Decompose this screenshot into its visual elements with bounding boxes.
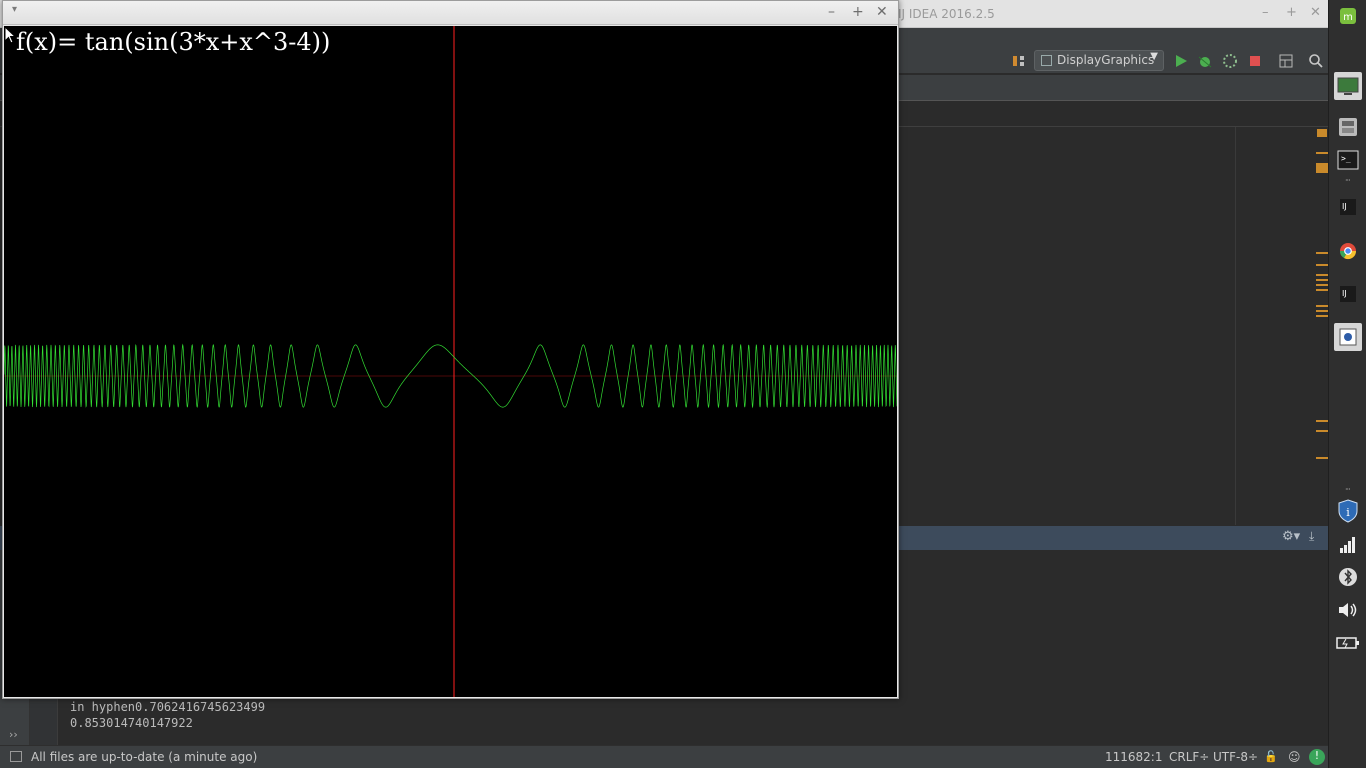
java-app-icon[interactable] — [1334, 323, 1362, 351]
error-stripe-marker[interactable] — [1316, 152, 1328, 154]
error-stripe-marker[interactable] — [1316, 264, 1328, 266]
error-stripe-marker[interactable] — [1316, 252, 1328, 254]
error-stripe-marker[interactable] — [1316, 310, 1328, 312]
editor-scrollbar[interactable] — [1316, 127, 1328, 525]
event-log-icon[interactable]: ! — [1309, 749, 1325, 765]
chrome-icon[interactable] — [1334, 237, 1362, 265]
close-button[interactable]: ✕ — [876, 4, 888, 20]
error-stripe-marker[interactable] — [1316, 274, 1328, 276]
desktop-icon[interactable] — [1334, 72, 1362, 100]
terminal-icon[interactable]: >_ — [1334, 146, 1362, 174]
app-config-icon — [1041, 55, 1052, 66]
ide-maximize-button[interactable]: + — [1286, 5, 1297, 20]
maximize-button[interactable]: + — [852, 4, 864, 20]
svg-text:m: m — [1343, 12, 1353, 23]
line-separator-select[interactable]: CRLF÷ — [1169, 750, 1209, 764]
tool-windows-icon[interactable] — [10, 751, 22, 762]
error-stripe-marker[interactable] — [1316, 420, 1328, 422]
console-line: in hyphen0.7062416745623499 — [70, 700, 266, 714]
shield-info-icon[interactable]: i — [1334, 497, 1362, 525]
error-stripe-marker[interactable] — [1316, 163, 1328, 173]
coverage-icon[interactable] — [1222, 53, 1238, 69]
plot-canvas[interactable]: f(x)= tan(sin(3*x+x^3-4)) — [4, 26, 897, 697]
graph-window: ▾ – + ✕ f(x)= tan(sin(3*x+x^3-4)) — [2, 0, 899, 699]
dock-separator: ··· — [1345, 176, 1351, 185]
plot-svg — [4, 26, 897, 697]
svg-text:IJ: IJ — [1342, 289, 1347, 298]
encoding-select[interactable]: UTF-8÷ — [1213, 750, 1258, 764]
intellij-icon-2[interactable]: IJ — [1334, 280, 1362, 308]
gear-icon[interactable]: ⚙▾ — [1282, 529, 1300, 544]
bluetooth-icon[interactable] — [1334, 563, 1362, 591]
right-margin-guide — [1235, 127, 1236, 525]
graph-window-titlebar[interactable]: ▾ – + ✕ — [3, 1, 898, 25]
error-stripe-marker[interactable] — [1316, 305, 1328, 307]
ide-title-text: IJ IDEA 2016.2.5 — [898, 7, 995, 21]
status-bar: All files are up-to-date (a minute ago) … — [0, 745, 1328, 768]
window-menu-button[interactable]: ▾ — [12, 4, 17, 15]
run-config-select[interactable]: DisplayGraphics ▼ — [1034, 50, 1164, 71]
svg-text:i: i — [1346, 506, 1350, 519]
minimize-button[interactable]: – — [828, 4, 835, 20]
debug-icon[interactable] — [1197, 53, 1213, 69]
caret-position[interactable]: 111682:1 — [1105, 750, 1163, 764]
search-icon[interactable] — [1308, 53, 1324, 69]
binary-icon[interactable] — [1011, 53, 1027, 69]
svg-text:IJ: IJ — [1342, 202, 1347, 211]
signal-icon[interactable] — [1334, 531, 1362, 559]
volume-icon[interactable] — [1334, 596, 1362, 624]
project-structure-icon[interactable] — [1278, 53, 1294, 69]
files-icon[interactable] — [1334, 113, 1362, 141]
error-stripe-marker[interactable] — [1316, 284, 1328, 286]
expand-toolbar-icon[interactable]: ›› — [9, 728, 18, 741]
error-stripe-marker[interactable] — [1317, 129, 1327, 137]
battery-icon[interactable] — [1334, 629, 1362, 657]
error-stripe-marker[interactable] — [1316, 457, 1328, 459]
dock-separator: ··· — [1345, 485, 1351, 494]
console-line: 0.853014740147922 — [70, 716, 193, 730]
run-icon[interactable] — [1173, 53, 1189, 69]
error-stripe-marker[interactable] — [1316, 289, 1328, 291]
function-formula: f(x)= tan(sin(3*x+x^3-4)) — [16, 28, 331, 56]
run-config-label: DisplayGraphics — [1057, 53, 1155, 67]
desktop-dock: m >_ ··· IJ IJ ··· i — [1328, 0, 1366, 768]
inspector-icon[interactable]: ☺ — [1288, 750, 1301, 764]
ide-minimize-button[interactable]: – — [1262, 5, 1269, 20]
error-stripe-marker[interactable] — [1316, 279, 1328, 281]
status-message: All files are up-to-date (a minute ago) — [31, 750, 258, 764]
error-stripe-marker[interactable] — [1316, 315, 1328, 317]
svg-text:>_: >_ — [1341, 154, 1351, 163]
mouse-cursor-icon — [4, 26, 17, 44]
lock-icon[interactable]: 🔓 — [1264, 750, 1278, 763]
intellij-icon[interactable]: IJ — [1334, 193, 1362, 221]
stop-icon[interactable] — [1247, 53, 1263, 69]
chevron-down-icon: ▼ — [1150, 51, 1158, 62]
hide-panel-icon[interactable]: ⤓ — [1309, 529, 1314, 544]
mint-logo-icon[interactable]: m — [1334, 2, 1362, 30]
ide-close-button[interactable]: ✕ — [1310, 5, 1321, 20]
error-stripe-marker[interactable] — [1316, 430, 1328, 432]
